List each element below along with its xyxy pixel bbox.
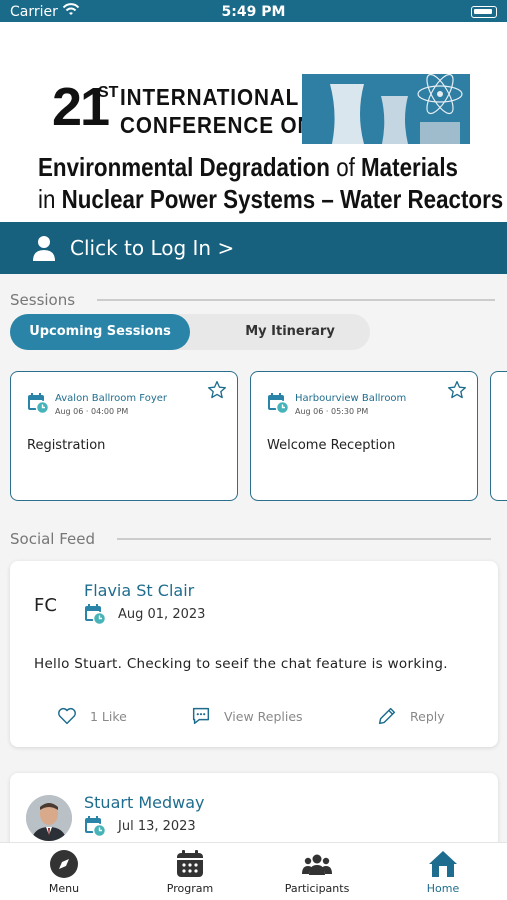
session-name: Registration — [27, 438, 106, 453]
post-body: Hello Stuart. Checking to seeif the chat… — [34, 656, 448, 672]
home-icon — [429, 851, 457, 877]
login-button[interactable]: Click to Log In > — [0, 222, 507, 274]
tab-my-itinerary[interactable]: My Itinerary — [200, 314, 380, 350]
nav-participants[interactable]: Participants — [267, 849, 367, 895]
calendar-clock-icon — [85, 604, 106, 625]
feed-post: FC Flavia St Clair Aug 01, 2023 Hello St… — [10, 561, 498, 747]
people-icon — [302, 854, 332, 875]
post-date: Aug 01, 2023 — [118, 607, 206, 622]
post-author[interactable]: Stuart Medway — [84, 793, 204, 812]
session-location: Harbourview Ballroom — [295, 393, 407, 404]
conference-banner: 21 ST INTERNATIONAL CONFERENCE ON Enviro… — [0, 22, 507, 222]
banner-title-2: in Nuclear Power Systems – Water Reactor… — [38, 184, 504, 214]
post-actions: 1 Like View Replies Reply — [10, 705, 498, 729]
reply-label: Reply — [410, 708, 445, 724]
post-date: Jul 13, 2023 — [118, 819, 196, 834]
like-button[interactable]: 1 Like — [56, 705, 127, 727]
divider — [117, 538, 492, 540]
session-time: Aug 06 · 05:30 PM — [295, 407, 369, 416]
pencil-icon — [378, 707, 396, 725]
divider — [97, 299, 496, 301]
session-card[interactable]: Harbourview Ballroom Aug 06 · 05:30 PM W… — [250, 371, 478, 501]
nav-home[interactable]: Home — [393, 849, 493, 895]
sessions-tab-group: Upcoming Sessions My Itinerary — [10, 314, 370, 350]
banner-line-1: INTERNATIONAL — [120, 84, 300, 110]
session-name: Welcome Reception — [267, 438, 396, 453]
session-time: Aug 06 · 04:00 PM — [55, 407, 129, 416]
star-icon[interactable] — [207, 380, 227, 400]
tab-upcoming-sessions[interactable]: Upcoming Sessions — [10, 314, 190, 350]
bottom-navigation: Menu Program Participants Home — [0, 842, 507, 900]
feed-post: Stuart Medway Jul 13, 2023 — [10, 773, 498, 853]
battery-icon — [471, 6, 497, 18]
post-author[interactable]: Flavia St Clair — [84, 581, 194, 600]
status-bar: Carrier 5:49 PM — [0, 0, 507, 22]
person-photo-icon — [26, 795, 72, 841]
like-count: 1 Like — [90, 708, 127, 724]
banner-line-2: CONFERENCE ON — [120, 112, 314, 138]
calendar-grid-icon — [177, 850, 203, 877]
author-initials-avatar: FC — [34, 595, 57, 616]
nav-program[interactable]: Program — [140, 849, 240, 895]
calendar-clock-icon — [268, 393, 289, 414]
banner-title-1: Environmental Degradation of Materials — [38, 152, 459, 182]
star-icon[interactable] — [447, 380, 467, 400]
heart-icon — [58, 707, 76, 725]
session-location: Avalon Ballroom Foyer — [55, 393, 168, 404]
view-replies-label: View Replies — [224, 708, 303, 724]
clock: 5:49 PM — [221, 4, 286, 20]
edition-ordinal: ST — [98, 84, 119, 101]
compass-icon — [50, 850, 78, 878]
author-avatar — [26, 795, 72, 841]
chat-bubble-icon — [192, 707, 210, 725]
cooling-tower-graphic — [302, 74, 470, 144]
view-replies-button[interactable]: View Replies — [190, 705, 303, 727]
reply-button[interactable]: Reply — [376, 705, 445, 727]
sessions-heading: Sessions — [10, 291, 498, 309]
nav-menu[interactable]: Menu — [14, 849, 114, 895]
session-card-partial[interactable] — [490, 371, 507, 501]
user-icon — [33, 236, 55, 261]
calendar-clock-icon — [85, 816, 106, 837]
login-label: Click to Log In > — [70, 236, 235, 260]
social-feed-heading: Social Feed — [10, 530, 498, 548]
calendar-clock-icon — [28, 393, 49, 414]
session-card[interactable]: Avalon Ballroom Foyer Aug 06 · 04:00 PM … — [10, 371, 238, 501]
